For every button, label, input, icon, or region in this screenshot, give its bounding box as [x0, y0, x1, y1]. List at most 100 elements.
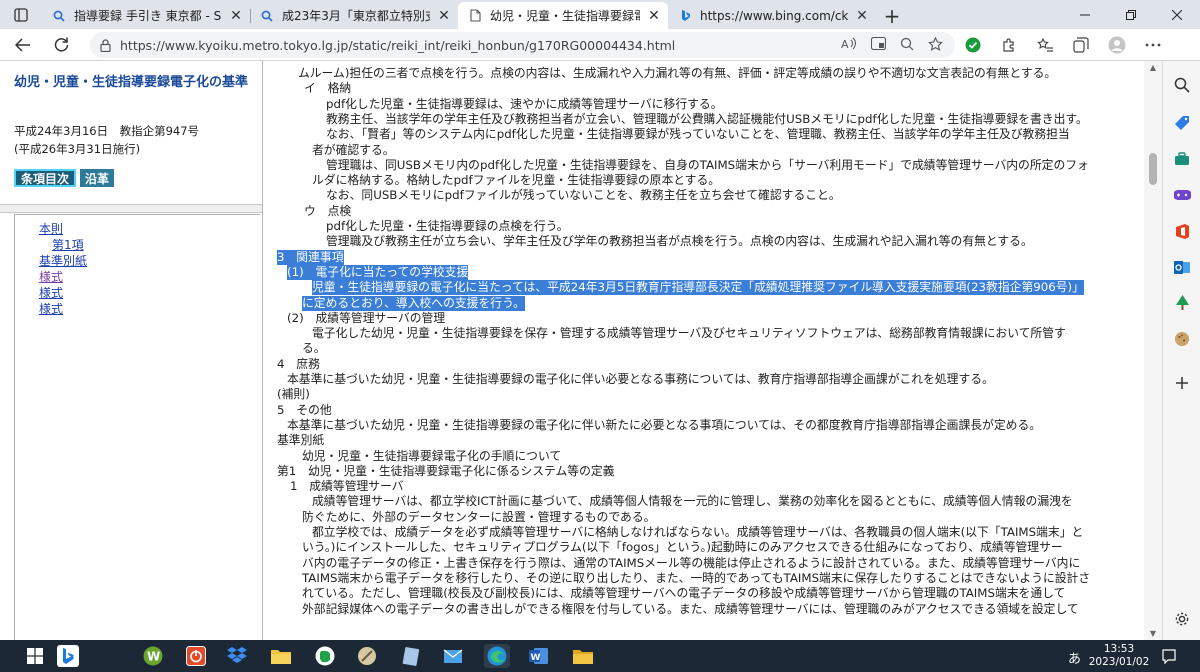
url-text[interactable]: https://www.kyoiku.metro.tokyo.lg.jp/sta…	[120, 38, 675, 53]
shopping-tag-icon	[1175, 116, 1189, 130]
taskbar-edge[interactable]	[484, 644, 510, 668]
collections-button[interactable]	[1066, 30, 1096, 60]
taskbar-app-w[interactable]: W	[140, 644, 166, 668]
taskbar-word[interactable]: W	[526, 644, 552, 668]
lock-icon[interactable]	[90, 38, 120, 52]
tab-active-page[interactable]: 幼児・児童・生徒指導要録電子化の ✕	[458, 2, 668, 29]
sidebar-tree-button[interactable]	[1172, 293, 1192, 313]
document-line: る。	[302, 341, 326, 356]
tab-title: https://www.bing.com/ck/a?!&&p	[700, 8, 848, 23]
app-available-icon[interactable]	[870, 36, 887, 53]
search-icon	[1174, 77, 1190, 93]
taskbar-power-app[interactable]	[183, 644, 209, 668]
refresh-button[interactable]	[42, 29, 80, 61]
restore-icon[interactable]	[1108, 0, 1154, 29]
document-line: (補則)	[277, 387, 310, 402]
document-title: 幼児・児童・生徒指導要録電子化の基準	[14, 75, 249, 90]
taskbar-app-mail[interactable]	[440, 644, 466, 668]
toc-item-section-1[interactable]: 第1項	[52, 238, 84, 252]
notification-button[interactable]	[1156, 644, 1182, 668]
sidebar-tools-button[interactable]	[1172, 149, 1192, 169]
favorite-star-icon[interactable]	[928, 36, 943, 54]
frame-divider[interactable]	[0, 204, 262, 213]
toc-item-form-3[interactable]: 様式	[39, 302, 63, 316]
close-tab-icon[interactable]: ✕	[854, 8, 870, 24]
document-line: 1 成績等管理サーバ	[290, 479, 404, 494]
document-line: イ 格納	[304, 81, 352, 96]
tab-search[interactable]: 指導要録 手引き 東京都 - Search ✕	[42, 2, 250, 29]
taskbar-explorer[interactable]	[570, 644, 596, 668]
tab-bing[interactable]: https://www.bing.com/ck/a?!&&p ✕	[668, 2, 876, 29]
taskbar-folder[interactable]	[268, 644, 294, 668]
vertical-scrollbar[interactable]: ▲ ▼	[1144, 61, 1162, 640]
toc-item-form-1[interactable]: 様式	[39, 270, 63, 284]
profile-button[interactable]	[1102, 30, 1132, 60]
close-tab-icon[interactable]: ✕	[646, 8, 662, 24]
sidebar-office-button[interactable]	[1172, 221, 1192, 241]
sidebar-settings-button[interactable]	[1172, 609, 1192, 629]
taskbar-app-brush[interactable]	[354, 644, 380, 668]
close-tab-icon[interactable]: ✕	[228, 8, 244, 24]
tab-search-2[interactable]: 成23年3月「東京都立特別支援学 ✕	[250, 2, 458, 29]
clock-time: 13:53	[1103, 643, 1135, 655]
sidebar-outlook-button[interactable]	[1172, 257, 1192, 277]
tab-history[interactable]: 沿革	[80, 169, 115, 187]
document-line: に定めるとおり、導入校への支援を行う。	[302, 295, 525, 311]
close-tab-icon[interactable]: ✕	[436, 8, 452, 24]
word-icon: W	[529, 648, 548, 664]
taskbar-app-note[interactable]	[398, 644, 424, 668]
document-line: 4 庶務	[277, 356, 320, 371]
taskbar-evernote[interactable]	[312, 644, 338, 668]
sidebar-shopping-button[interactable]	[1172, 113, 1192, 133]
read-aloud-icon[interactable]: A	[841, 37, 857, 53]
sidebar-extension-button[interactable]	[1172, 329, 1192, 349]
document-line: 者が確認する。	[312, 142, 395, 157]
toc-item-appendix[interactable]: 基準別紙	[39, 254, 87, 268]
document-line: 防ぐために、外部のデータセンターに設置・管理するものである。	[302, 509, 656, 524]
document-line: pdf化した児童・生徒指導要録は、速やかに成績等管理サーバに移行する。	[326, 96, 723, 111]
mail-app-icon	[443, 649, 463, 663]
tab-contents[interactable]: 条項目次	[14, 169, 77, 187]
tab-actions-button[interactable]	[0, 0, 42, 29]
left-frame-header: 幼児・児童・生徒指導要録電子化の基準 平成24年3月16日 教指企第947号 (…	[0, 61, 262, 204]
left-frame-tabs: 条項目次 沿革	[14, 169, 115, 187]
scroll-down-icon[interactable]: ▼	[1144, 629, 1162, 638]
bing-icon	[57, 645, 79, 667]
document-line: なお、「賢者」等のシステム内にpdf化した児童・生徒指導要録が残っていないことを…	[326, 127, 1070, 142]
gear-icon	[1175, 612, 1189, 626]
document-line: ムルーム)担任の三者で点検を行う。点検の内容は、生成漏れや入力漏れ等の有無、評価…	[298, 66, 1057, 80]
taskbar-clock[interactable]: 13:53 2023/01/02	[1088, 643, 1150, 669]
zoom-icon[interactable]	[900, 37, 914, 54]
file-explorer-icon	[573, 650, 593, 664]
scrollbar-thumb[interactable]	[1149, 153, 1157, 185]
extensions-button[interactable]	[994, 30, 1024, 60]
notification-icon	[1162, 649, 1176, 664]
minimize-icon[interactable]	[1062, 0, 1108, 29]
close-window-icon[interactable]	[1154, 0, 1200, 29]
document-revision: (平成26年3月31日施行)	[14, 142, 141, 156]
ime-indicator[interactable]: あ	[1068, 648, 1081, 667]
sidebar-games-button[interactable]	[1172, 185, 1192, 205]
scroll-up-icon[interactable]: ▲	[1144, 63, 1162, 72]
new-tab-button[interactable]: +	[876, 2, 908, 29]
edge-icon	[487, 646, 507, 666]
taskbar-bing-button[interactable]	[55, 644, 81, 668]
back-button[interactable]	[4, 29, 42, 61]
document-line: 管理職は、同USBメモリ内のpdf化した児童・生徒指導要録を、自身のTAIMS端…	[326, 157, 1089, 172]
favorites-button[interactable]	[1030, 30, 1060, 60]
toc-item-main-text[interactable]: 本則	[39, 222, 63, 236]
note-app-icon	[402, 647, 420, 666]
extension-check-button[interactable]	[958, 30, 988, 60]
tab-title: 指導要録 手引き 東京都 - Search	[74, 9, 222, 23]
document-line: ウ 点検	[304, 203, 352, 218]
address-bar[interactable]: https://www.kyoiku.metro.tokyo.lg.jp/sta…	[90, 32, 955, 58]
sidebar-add-button[interactable]	[1172, 373, 1192, 393]
edge-sidebar	[1162, 61, 1200, 640]
taskbar-dropbox[interactable]	[224, 644, 250, 668]
toc-item-form-2[interactable]: 様式	[39, 286, 63, 300]
document-line: 電子化した幼児・児童・生徒指導要録を保存・管理する成績等管理サーバ及びセキュリテ…	[312, 326, 1066, 341]
window-controls	[1062, 0, 1200, 29]
settings-more-button[interactable]	[1138, 30, 1168, 60]
start-button[interactable]	[22, 644, 48, 668]
sidebar-search-button[interactable]	[1172, 75, 1192, 95]
